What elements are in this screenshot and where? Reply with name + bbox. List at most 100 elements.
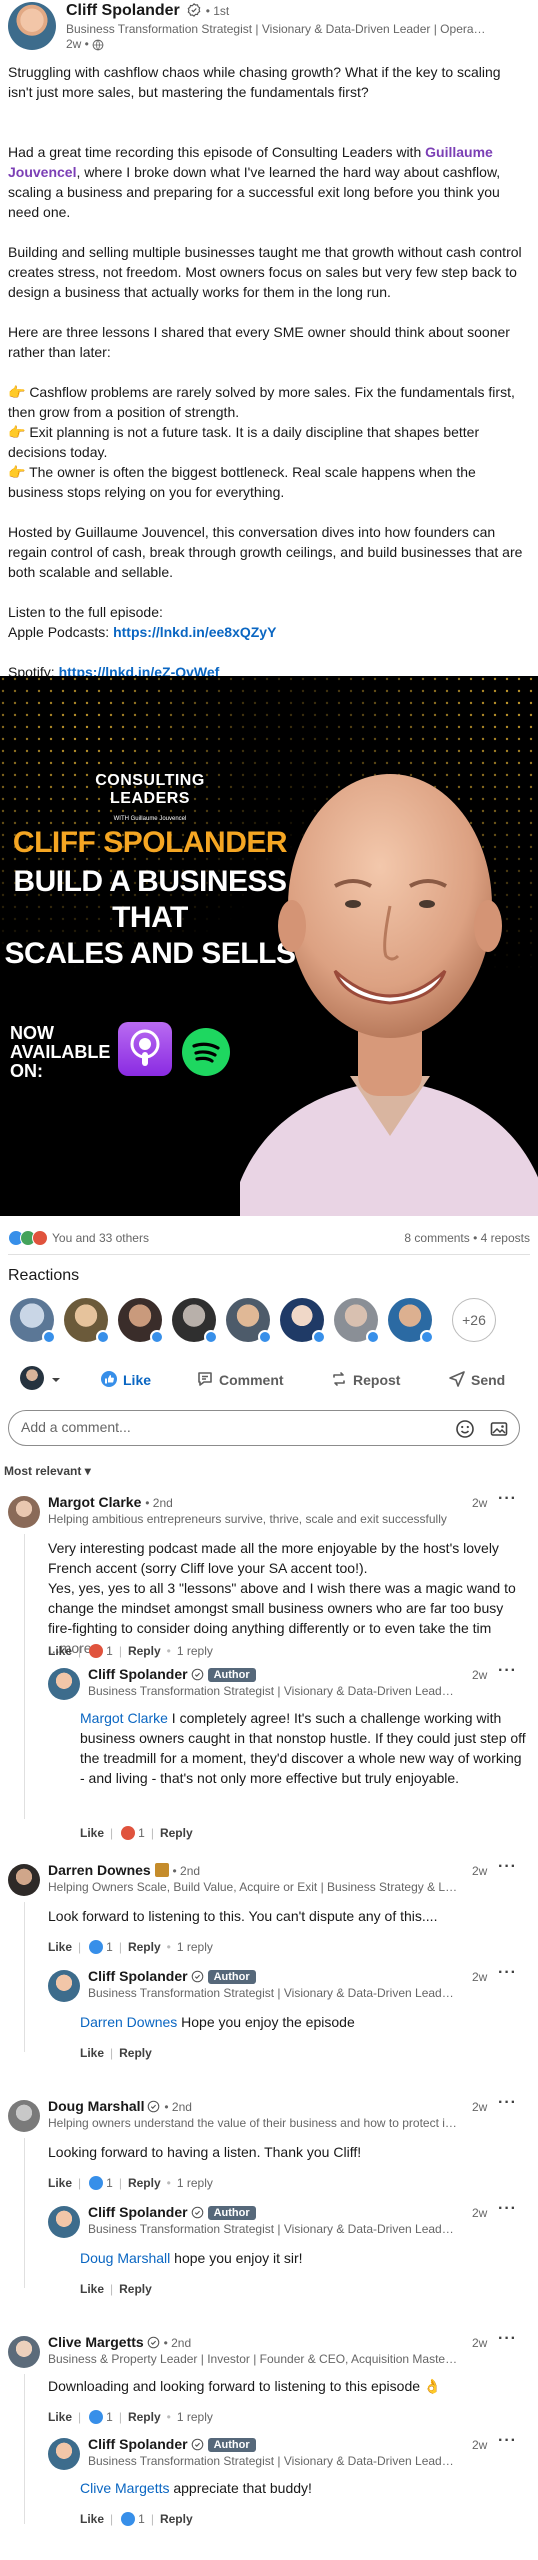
more-icon[interactable]: ··· bbox=[498, 2432, 517, 2450]
reply-avatar[interactable] bbox=[48, 1668, 80, 1700]
reply-actions: Like | Reply bbox=[80, 2282, 152, 2296]
podcast-brand: CONSULTING LEADERS WITH Guillaume Jouven… bbox=[95, 772, 205, 822]
comment-reply-button[interactable]: Reply bbox=[128, 1940, 161, 1954]
commenter-avatar[interactable] bbox=[8, 1864, 40, 1896]
commenter-name[interactable]: Darren Downes • 2nd bbox=[48, 1862, 200, 1878]
chevron-down-icon[interactable] bbox=[50, 1374, 62, 1386]
commenter-headline: Helping owners understand the value of t… bbox=[48, 2116, 458, 2130]
commenter-name[interactable]: Margot Clarke • 2nd bbox=[48, 1494, 173, 1510]
verified-icon bbox=[191, 1668, 203, 1681]
image-icon[interactable] bbox=[489, 1419, 509, 1439]
comment-actions: Like | 1 | Reply • 1 reply bbox=[48, 1940, 213, 1954]
author-name-line[interactable]: Cliff Spolander • 1st bbox=[66, 2, 229, 20]
reactor-avatar[interactable] bbox=[280, 1298, 326, 1344]
reply-like-button[interactable]: Like bbox=[80, 2282, 104, 2296]
reply-count[interactable]: 1 reply bbox=[177, 1644, 213, 1658]
reply-count[interactable]: 1 reply bbox=[177, 1940, 213, 1954]
commenter-avatar[interactable] bbox=[8, 2336, 40, 2368]
verified-icon bbox=[148, 2100, 160, 2113]
comment-time: 2w bbox=[472, 1864, 488, 1878]
like-button[interactable]: Like bbox=[100, 1370, 151, 1388]
lesson-item: 👉 Exit planning is not a future task. It… bbox=[8, 424, 480, 460]
reply-count[interactable]: 1 reply bbox=[177, 2176, 213, 2190]
commenter-headline: Business & Property Leader | Investor | … bbox=[48, 2352, 458, 2366]
comment-reply-button[interactable]: Reply bbox=[128, 1644, 161, 1658]
comments-reposts-count[interactable]: 8 comments • 4 reposts bbox=[404, 1231, 530, 1245]
comment-like-button[interactable]: Like bbox=[48, 1940, 72, 1954]
reactor-avatar[interactable] bbox=[334, 1298, 380, 1344]
repost-button[interactable]: Repost bbox=[330, 1370, 400, 1388]
commenter-avatar[interactable] bbox=[8, 1496, 40, 1528]
post-intro: Struggling with cashflow chaos while cha… bbox=[8, 64, 501, 100]
more-icon[interactable]: ··· bbox=[498, 2094, 517, 2112]
reply-author-name[interactable]: Cliff Spolander Author bbox=[88, 2436, 256, 2452]
mention-link[interactable]: Doug Marshall bbox=[80, 2250, 170, 2266]
commenter-name[interactable]: Doug Marshall • 2nd bbox=[48, 2098, 192, 2114]
more-reactors-button[interactable]: +26 bbox=[452, 1298, 496, 1342]
post-paragraph-4: Here are three lessons I shared that eve… bbox=[8, 324, 510, 360]
comment-time: 2w bbox=[472, 1496, 488, 1510]
apple-podcasts-link[interactable]: https://lnkd.in/ee8xQZyY bbox=[113, 624, 276, 640]
comment-reply-button[interactable]: Reply bbox=[128, 2410, 161, 2424]
commenter-avatar[interactable] bbox=[8, 2100, 40, 2132]
send-button[interactable]: Send bbox=[448, 1370, 505, 1388]
likers-summary[interactable]: You and 33 others bbox=[52, 1231, 149, 1245]
reactor-avatar[interactable] bbox=[172, 1298, 218, 1344]
more-icon[interactable]: ··· bbox=[498, 1662, 517, 1680]
emoji-icon[interactable] bbox=[455, 1419, 475, 1439]
reactor-avatar[interactable] bbox=[118, 1298, 164, 1344]
reply-headline: Business Transformation Strategist | Vis… bbox=[88, 2454, 458, 2468]
reply-text: Doug Marshall hope you enjoy it sir! bbox=[80, 2250, 303, 2266]
reply-like-button[interactable]: Like bbox=[80, 2512, 104, 2526]
reply-author-name[interactable]: Cliff Spolander Author bbox=[88, 1968, 256, 1984]
comment-actions: Like | 1 | Reply • 1 reply bbox=[48, 2176, 213, 2190]
mention-link[interactable]: Darren Downes bbox=[80, 2014, 177, 2030]
comment-button[interactable]: Comment bbox=[196, 1370, 284, 1388]
reply-author-name[interactable]: Cliff Spolander Author bbox=[88, 1666, 256, 1682]
reacting-as-avatar[interactable] bbox=[20, 1366, 44, 1390]
comment-text: Downloading and looking forward to liste… bbox=[48, 2378, 442, 2394]
comment-reply-button[interactable]: Reply bbox=[128, 2176, 161, 2190]
reply-button[interactable]: Reply bbox=[119, 2046, 152, 2060]
more-icon[interactable]: ··· bbox=[498, 2200, 517, 2218]
reply-time: 2w bbox=[472, 1970, 488, 1984]
reply-headline: Business Transformation Strategist | Vis… bbox=[88, 1684, 458, 1698]
reply-button[interactable]: Reply bbox=[119, 2282, 152, 2296]
reply-avatar[interactable] bbox=[48, 2206, 80, 2238]
reply-avatar[interactable] bbox=[48, 2438, 80, 2470]
reactor-avatar[interactable] bbox=[64, 1298, 110, 1344]
comment-like-button[interactable]: Like bbox=[48, 1644, 72, 1658]
reply-like-button[interactable]: Like bbox=[80, 1826, 104, 1840]
more-icon[interactable]: ··· bbox=[498, 1858, 517, 1876]
reactions-heading: Reactions bbox=[8, 1267, 80, 1284]
reply-author-name[interactable]: Cliff Spolander Author bbox=[88, 2204, 256, 2220]
spotify-icon bbox=[182, 1028, 230, 1076]
sort-comments-dropdown[interactable]: Most relevant ▾ bbox=[4, 1464, 91, 1478]
comment-like-button[interactable]: Like bbox=[48, 2176, 72, 2190]
reply-time: 2w bbox=[472, 1668, 488, 1682]
commenter-name[interactable]: Clive Margetts • 2nd bbox=[48, 2334, 191, 2350]
reply-count[interactable]: 1 reply bbox=[177, 2410, 213, 2424]
reply-like-button[interactable]: Like bbox=[80, 2046, 104, 2060]
author-avatar[interactable] bbox=[8, 2, 56, 50]
comment-like-button[interactable]: Like bbox=[48, 2410, 72, 2424]
author-name[interactable]: Cliff Spolander bbox=[66, 2, 180, 19]
more-icon[interactable]: ··· bbox=[498, 2330, 517, 2348]
reply-actions: Like | Reply bbox=[80, 2046, 152, 2060]
mention-link[interactable]: Clive Margetts bbox=[80, 2480, 169, 2496]
comment-input[interactable] bbox=[21, 1419, 421, 1435]
reply-actions: Like | 1 | Reply bbox=[80, 1826, 193, 1840]
reply-avatar[interactable] bbox=[48, 1970, 80, 2002]
reactor-avatar[interactable] bbox=[10, 1298, 56, 1344]
reaction-icons[interactable] bbox=[8, 1230, 52, 1246]
post-lessons: 👉 Cashflow problems are rarely solved by… bbox=[8, 382, 528, 502]
reactor-avatar[interactable] bbox=[388, 1298, 434, 1344]
reply-button[interactable]: Reply bbox=[160, 2512, 193, 2526]
reply-button[interactable]: Reply bbox=[160, 1826, 193, 1840]
more-icon[interactable]: ··· bbox=[498, 1964, 517, 1982]
mention-link[interactable]: Margot Clarke bbox=[80, 1710, 168, 1726]
more-icon[interactable]: ··· bbox=[498, 1490, 517, 1508]
verified-icon bbox=[147, 2336, 160, 2349]
podcast-cover-image[interactable]: CONSULTING LEADERS WITH Guillaume Jouven… bbox=[0, 676, 538, 1216]
reactor-avatar[interactable] bbox=[226, 1298, 272, 1344]
